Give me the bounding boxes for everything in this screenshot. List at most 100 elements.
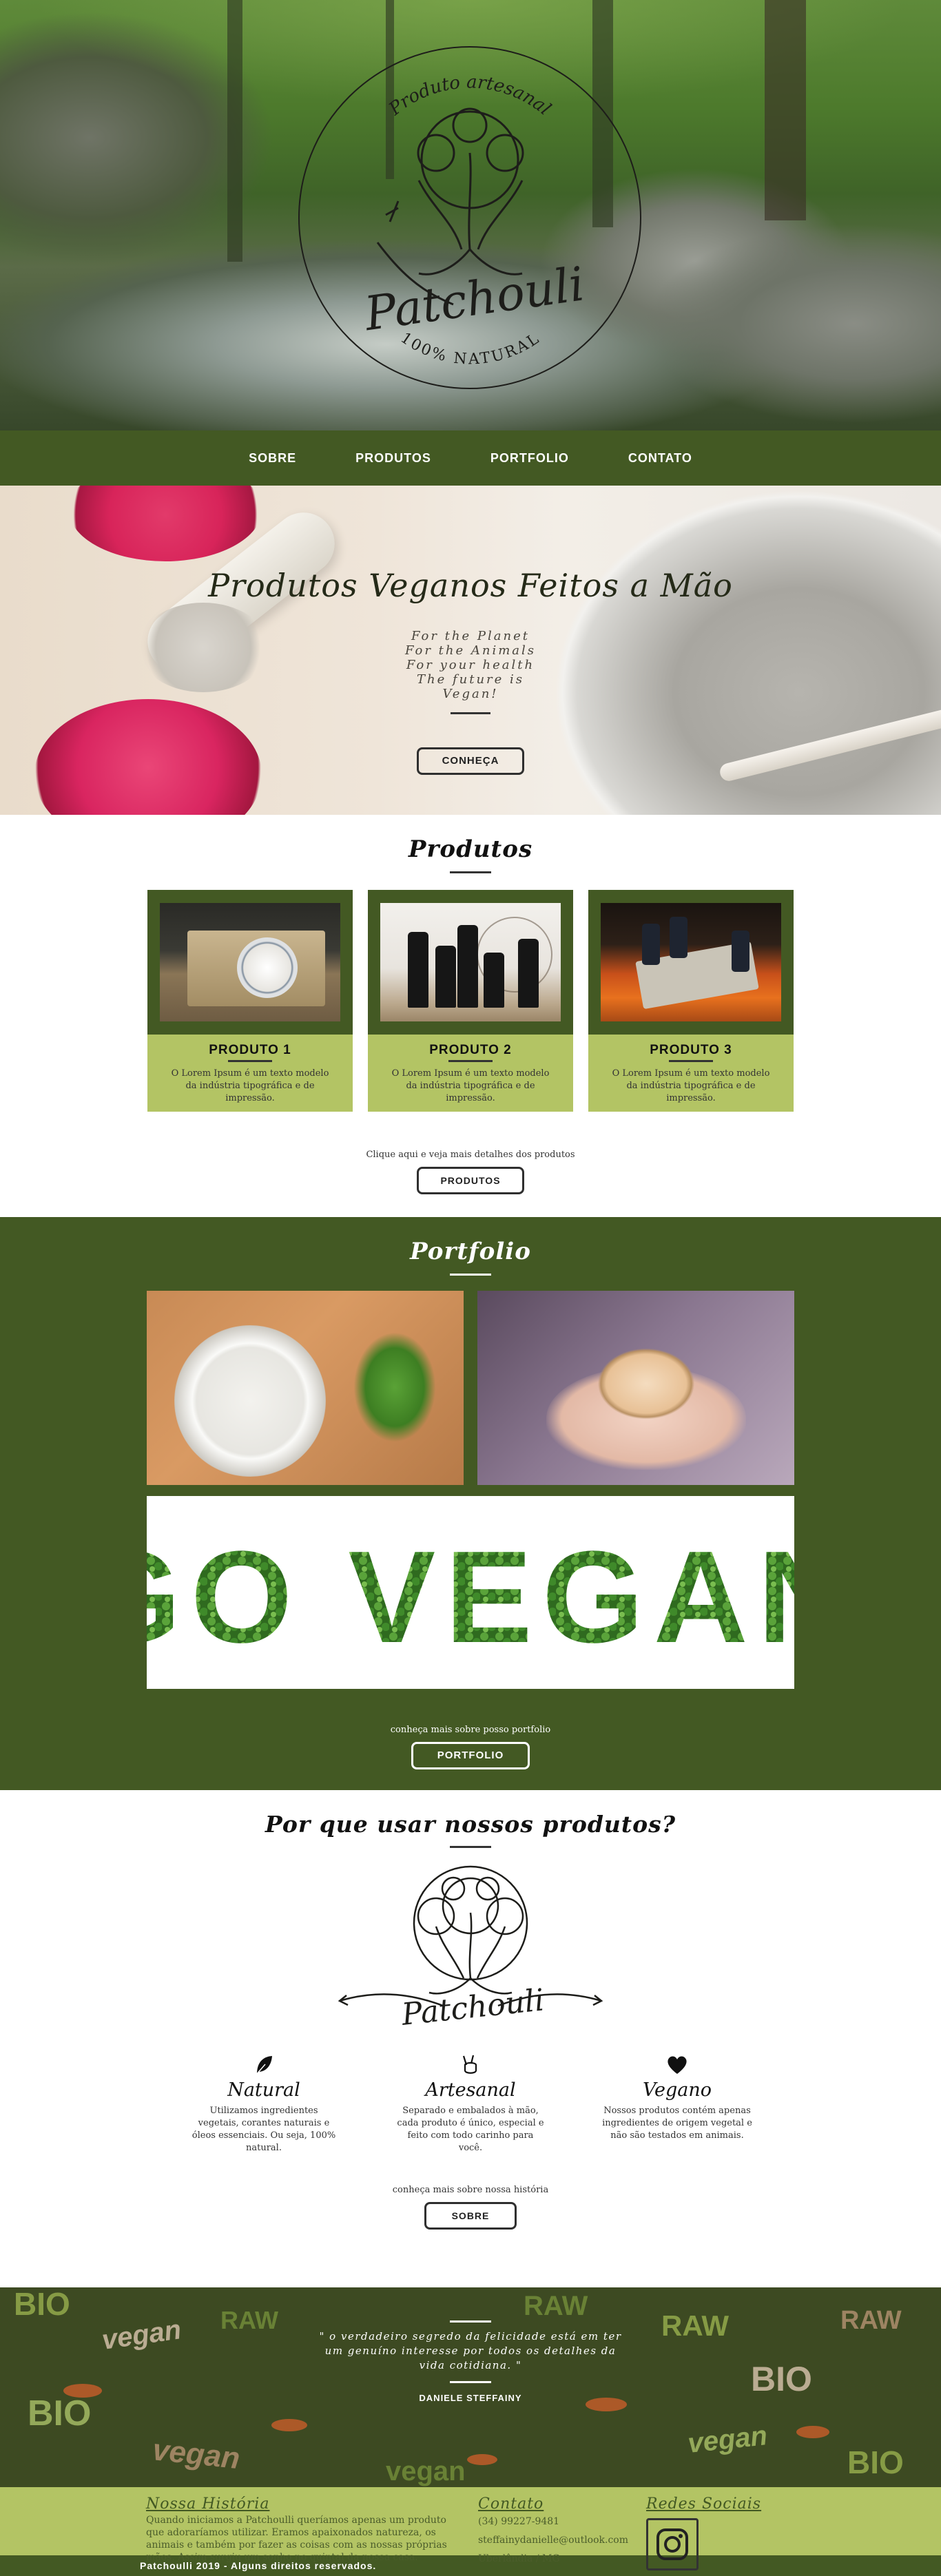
feature-title: Natural — [227, 2079, 300, 2101]
pattern-word: BIO — [847, 2444, 904, 2480]
portfolio-hint: conheça mais sobre posso portfolio — [390, 1725, 551, 1735]
portfolio-image[interactable] — [147, 1291, 464, 1485]
pattern-word: vegan — [151, 2433, 242, 2475]
peace-hand-icon — [462, 2055, 477, 2074]
svg-text:100% NATURAL: 100% NATURAL — [397, 329, 544, 368]
patchouli-logo: Produto artesanal Patchouli 100% NATURAL — [298, 46, 641, 389]
main-nav: SOBRE PRODUTOS PORTFOLIO CONTATO — [0, 430, 941, 486]
pattern-word: vegan — [686, 2420, 769, 2459]
product-image — [160, 903, 340, 1021]
tagline-line: Vegan! — [442, 687, 499, 701]
tagline-line: The future is — [416, 672, 525, 687]
nav-item-portfolio[interactable]: PORTFOLIO — [490, 451, 569, 466]
quote-line: " o verdadeiro segredo da felicidade est… — [319, 2330, 622, 2343]
divider — [669, 1060, 713, 1062]
produtos-button[interactable]: PRODUTOS — [417, 1167, 524, 1194]
footer-contact-title: Contato — [478, 2495, 544, 2513]
product-card[interactable]: PRODUTO 1 O Lorem Ipsum é um texto model… — [147, 890, 353, 1112]
feature-vegano: Vegano Nossos produtos contém apenas ing… — [602, 2053, 752, 2154]
footer-history-title: Nossa História — [146, 2495, 270, 2513]
nav-item-contato[interactable]: CONTATO — [628, 451, 692, 466]
portfolio-button[interactable]: PORTFOLIO — [411, 1742, 530, 1769]
footer: Nossa História Quando iniciamos a Patcho… — [0, 2487, 941, 2570]
logo-name: Patchouli — [360, 257, 588, 342]
sobre-button[interactable]: SOBRE — [424, 2202, 517, 2230]
product-cards: PRODUTO 1 O Lorem Ipsum é um texto model… — [0, 890, 941, 1112]
tagline-line: For your health — [406, 658, 535, 672]
tree-trunk — [765, 0, 806, 220]
portfolio-image[interactable] — [477, 1291, 794, 1485]
patchouli-tree-logo: Patchouli — [338, 1865, 603, 2030]
go-vegan-banner: GO VEGAN — [147, 1496, 794, 1689]
why-hint: conheça mais sobre nossa história — [392, 2185, 549, 2195]
quote-text: " o verdadeiro segredo da felicidade est… — [0, 2329, 941, 2373]
footer-history: Nossa História Quando iniciamos a Patcho… — [146, 2495, 478, 2563]
quote-line: um genuíno interesse por todos os detalh… — [324, 2345, 617, 2357]
pattern-word: vegan — [386, 2456, 466, 2486]
section-title: Produtos — [408, 835, 533, 863]
product-description: O Lorem Ipsum é um texto modelo da indús… — [612, 1068, 770, 1103]
footer-phone: (34) 99227-9481 — [478, 2516, 560, 2527]
why-section: Por que usar nossos produtos? Patchouli … — [0, 1790, 941, 2287]
instagram-link[interactable] — [646, 2518, 699, 2570]
logo-top-text: Produto artesanal — [384, 72, 555, 120]
divider — [448, 1060, 493, 1062]
footer-city: Uberlândia / MG — [478, 2553, 560, 2564]
divider — [451, 712, 490, 714]
quote-section: BIO vegan RAW BIO vegan RAW BIO vegan RA… — [0, 2287, 941, 2487]
instagram-icon — [656, 2528, 688, 2560]
features-row: Natural Utilizamos ingredientes vegetais… — [0, 2053, 941, 2154]
feature-text: Nossos produtos contém apenas ingredient… — [602, 2106, 752, 2141]
feature-title: Artesanal — [425, 2079, 516, 2101]
nav-item-sobre[interactable]: SOBRE — [249, 451, 296, 466]
logo-name: Patchouli — [400, 1982, 546, 2030]
nav-item-produtos[interactable]: PRODUTOS — [355, 451, 431, 466]
conheca-button[interactable]: CONHEÇA — [417, 747, 524, 775]
footer-email[interactable]: steffainydanielle@outlook.com — [478, 2535, 646, 2546]
feature-natural: Natural Utilizamos ingredientes vegetais… — [189, 2053, 339, 2154]
product-card[interactable]: PRODUTO 2 O Lorem Ipsum é um texto model… — [368, 890, 573, 1112]
copyright-bar: Patchoulli 2019 - Alguns direitos reserv… — [0, 2555, 941, 2576]
feature-title: Vegano — [642, 2079, 712, 2101]
tagline-line: For the Planet — [411, 629, 530, 643]
quote-author: DANIELE STEFFAINY — [419, 2393, 522, 2403]
produtos-section: Produtos PRODUTO 1 O Lorem Ipsum é um te… — [0, 815, 941, 1217]
product-name: PRODUTO 1 — [209, 1043, 291, 1057]
svg-text:Produto artesanal: Produto artesanal — [384, 72, 555, 120]
hero-section: Produto artesanal Patchouli 100% NATURAL — [0, 0, 941, 430]
product-name: PRODUTO 2 — [429, 1043, 512, 1057]
product-description: O Lorem Ipsum é um texto modelo da indús… — [391, 1068, 550, 1103]
produtos-hint: Clique aqui e veja mais detalhes dos pro… — [366, 1150, 575, 1160]
tree-trunk — [227, 0, 242, 262]
product-image — [601, 903, 781, 1021]
divider — [450, 871, 491, 873]
feature-text: Separado e embalados à mão, cada produto… — [397, 2106, 544, 2153]
divider — [450, 2381, 491, 2383]
product-image — [380, 903, 561, 1021]
product-description: O Lorem Ipsum é um texto modelo da indús… — [171, 1068, 329, 1103]
feature-text: Utilizamos ingredientes vegetais, corant… — [192, 2106, 336, 2153]
banner-title: Produtos Veganos Feitos a Mão — [208, 567, 733, 604]
portfolio-grid: GO VEGAN — [147, 1291, 794, 1689]
product-name: PRODUTO 3 — [650, 1043, 732, 1057]
quote-content: " o verdadeiro segredo da felicidade est… — [0, 2287, 941, 2403]
divider — [450, 1274, 491, 1276]
feature-artesanal: Artesanal Separado e embalados à mão, ca… — [395, 2053, 546, 2154]
banner-content: Produtos Veganos Feitos a Mão For the Pl… — [0, 567, 941, 775]
banner-tagline: For the Planet For the Animals For your … — [0, 629, 941, 701]
go-vegan-graphic: GO VEGAN — [147, 1524, 794, 1670]
heart-icon — [668, 2056, 687, 2074]
section-title: Portfolio — [410, 1238, 531, 1265]
leaf-icon — [256, 2056, 272, 2075]
portfolio-section: Portfolio GO VEGAN — [0, 1217, 941, 1790]
divider — [450, 2320, 491, 2323]
footer-social-title: Redes Sociais — [646, 2495, 762, 2513]
product-card[interactable]: PRODUTO 3 O Lorem Ipsum é um texto model… — [588, 890, 794, 1112]
tagline-line: For the Animals — [404, 643, 536, 658]
section-title: Por que usar nossos produtos? — [265, 1811, 676, 1838]
logo-bottom-text: 100% NATURAL — [397, 329, 541, 368]
flower-image — [69, 486, 262, 561]
quote-line: vida cotidiana. " — [419, 2359, 522, 2371]
footer-contact: Contato (34) 99227-9481 steffainydaniell… — [478, 2495, 646, 2564]
footer-social: Redes Sociais — [646, 2495, 762, 2570]
